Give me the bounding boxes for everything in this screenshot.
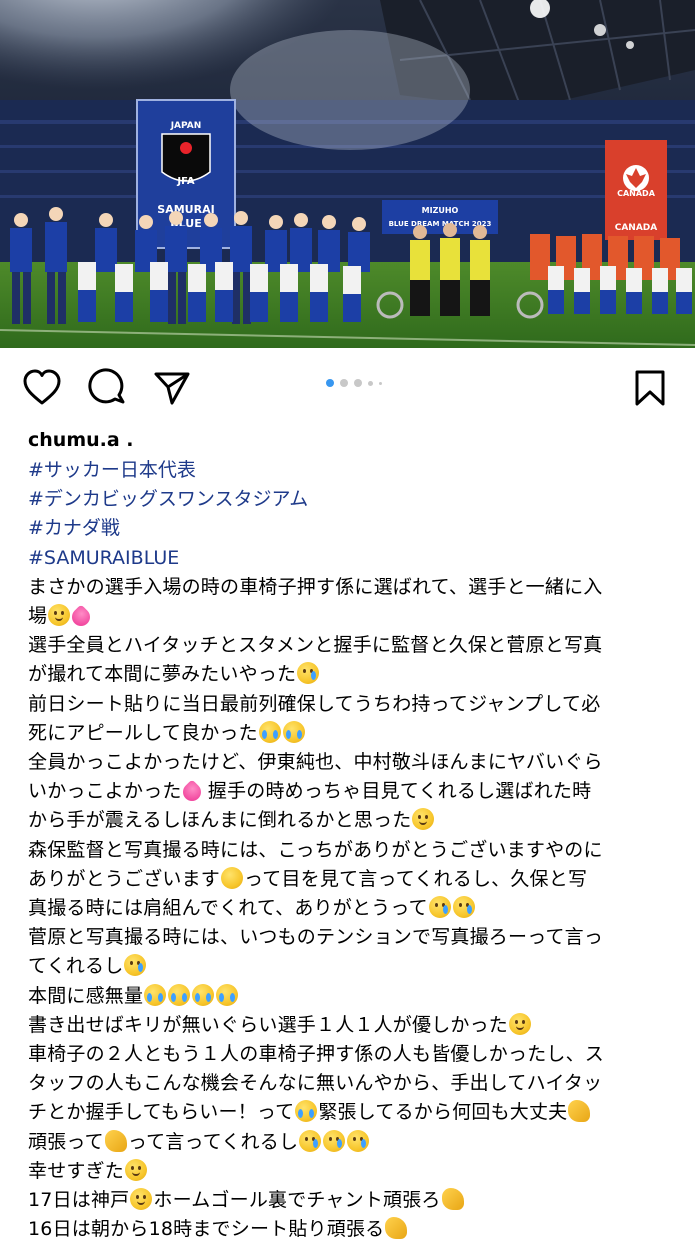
dizzy-face-icon <box>412 808 435 831</box>
caption-line-wrap: 場 <box>28 602 688 631</box>
banner-japan-text: JAPAN <box>170 121 202 131</box>
loudly-crying-face-icon <box>258 720 281 743</box>
crying-face-icon <box>299 1129 322 1152</box>
caption-line-wrap: いかっこよかった 握手の時めっちゃ目見てくれるし選ばれた時 <box>28 777 688 806</box>
flexed-biceps-icon <box>385 1217 408 1240</box>
thumbs-up-icon <box>568 1100 591 1123</box>
caption-line: 森保監督と写真撮る時には、こっちがありがとうございますやのに <box>28 838 603 861</box>
hashtag-link[interactable]: #サッカー日本代表 <box>28 456 688 485</box>
caption-line: 菅原と写真撮る時には、いつものテンションで写真撮ろーって言っ <box>28 926 604 949</box>
caption-line-wrap: から手が震えるしほんまに倒れるかと思った <box>28 806 688 835</box>
caption-line-wrap: 死にアピールして良かった <box>28 719 688 748</box>
pleading-face-icon <box>48 604 71 627</box>
hashtag-link[interactable]: #カナダ戦 <box>28 514 688 543</box>
loudly-crying-face-icon <box>144 983 167 1006</box>
carousel-dot-active <box>326 379 334 387</box>
caption-text: チとか握手してもらいー！って <box>28 1101 295 1124</box>
caption-line: 選手全員とハイタッチとスタメンと握手に監督と久保と菅原と写真 <box>28 634 603 657</box>
loudly-crying-face-icon <box>295 1100 318 1123</box>
loudly-crying-face-icon <box>192 983 215 1006</box>
crying-face-icon <box>347 1129 370 1152</box>
bowing-person-icon <box>221 866 244 889</box>
hashtag-link[interactable]: #デンカビッグスワンスタジアム <box>28 485 688 514</box>
post-caption: chumu.a . #サッカー日本代表 #デンカビッグスワンスタジアム #カナダ… <box>28 426 688 1244</box>
caption-line-wrap: 真撮る時には肩組んでくれて、ありがとうって <box>28 894 688 923</box>
caption-text: 緊張してるから何回も大丈夫 <box>318 1101 568 1124</box>
caption-text: いかっこよかった <box>28 780 182 803</box>
flexed-biceps-icon <box>441 1188 464 1211</box>
referees <box>410 223 490 316</box>
caption-text: 真撮る時には肩組んでくれて、ありがとうって <box>28 897 428 920</box>
growing-heart-icon <box>178 779 205 805</box>
caption-line-wrap: 頑張って って言ってくれるし <box>28 1128 688 1157</box>
carousel-dot <box>368 380 373 386</box>
caption-line-wrap: 幸せすぎた <box>28 1157 688 1186</box>
carousel-indicator <box>326 378 382 388</box>
caption-line-wrap: チとか握手してもらいー！って 緊張してるから何回も大丈夫 <box>28 1098 688 1127</box>
caption-text: から手が震えるしほんまに倒れるかと思った <box>28 809 412 832</box>
caption-text: 頑張って <box>28 1130 104 1153</box>
caption-text: ホームゴール裏でチャント頑張ろ <box>153 1189 441 1212</box>
caption-text: 死にアピールして良かった <box>28 721 258 744</box>
heart-icon[interactable] <box>22 368 62 408</box>
smiling-face-with-tear-icon <box>125 1158 148 1181</box>
send-icon[interactable] <box>152 368 192 408</box>
caption-text: 17日は神戸 <box>28 1189 130 1212</box>
caption-line: 全員かっこよかったけど、伊東純也、中村敬斗ほんまにヤバいぐら <box>28 751 603 774</box>
smiling-face-icon <box>130 1188 153 1211</box>
caption-text: てくれるし <box>28 955 124 978</box>
caption-line-wrap: が撮れて本間に夢みたいやった <box>28 660 688 689</box>
crying-face-icon <box>452 896 475 919</box>
comment-icon[interactable] <box>88 368 128 408</box>
loudly-crying-face-icon <box>168 983 191 1006</box>
bookmark-icon[interactable] <box>630 368 670 408</box>
caption-text: 書き出せばキリが無いぐらい選手１人１人が優しかった <box>28 1013 509 1036</box>
caption-text: 握手の時めっちゃ目見てくれるし選ばれた時 <box>207 780 592 803</box>
post-photo[interactable]: JAPAN JFA SAMURAI BLUE MIZUHO BLUE DREAM… <box>0 0 695 348</box>
caption-line: タッフの人もこんな機会そんなに無いんやから、手出してハイタッ <box>28 1072 603 1095</box>
crying-face-icon <box>323 1129 346 1152</box>
caption-line: 車椅子の２人ともう１人の車椅子押す係の人も皆優しかったし、ス <box>28 1043 605 1066</box>
banner-mizuho-text: MIZUHO <box>422 206 459 215</box>
pleading-face-icon <box>509 1012 532 1035</box>
two-hearts-icon <box>68 604 94 630</box>
caption-line-wrap: 16日は朝から18時までシート貼り頑張る <box>28 1215 688 1244</box>
caption-line: まさかの選手入場の時の車椅子押す係に選ばれて、選手と一緒に入 <box>28 575 603 598</box>
crying-face-icon <box>297 662 320 685</box>
caption-text: が撮れて本間に夢みたいやった <box>28 663 297 686</box>
banner-samurai-text: SAMURAI <box>157 203 214 216</box>
hashtag-link[interactable]: #SAMURAIBLUE <box>28 544 688 573</box>
caption-line: 前日シート貼りに当日最前列確保してうちわ持ってジャンプして必 <box>28 692 601 715</box>
carousel-dot <box>340 379 348 387</box>
carousel-dot <box>379 381 382 385</box>
caption-line-wrap: 17日は神戸 ホームゴール裏でチャント頑張ろ <box>28 1186 688 1215</box>
banner-canada-bottom-text: CANADA <box>615 223 658 233</box>
caption-text: ありがとうございます <box>28 867 221 890</box>
jfa-logo-text: JFA <box>176 176 194 187</box>
carousel-dot <box>354 379 362 387</box>
username[interactable]: chumu.a . <box>28 426 688 456</box>
caption-text: って言ってくれるし <box>127 1130 299 1153</box>
loudly-crying-face-icon <box>282 720 305 743</box>
caption-text: 16日は朝から18時までシート貼り頑張る <box>28 1218 385 1241</box>
stadium-lineup-image: JAPAN JFA SAMURAI BLUE MIZUHO BLUE DREAM… <box>0 0 695 348</box>
caption-text: 場 <box>28 605 48 628</box>
loudly-crying-face-icon <box>216 983 239 1006</box>
caption-line-wrap: てくれるし <box>28 952 688 981</box>
crying-face-icon <box>428 896 451 919</box>
flexed-biceps-icon <box>104 1129 127 1152</box>
caption-line-wrap: 書き出せばキリが無いぐらい選手１人１人が優しかった <box>28 1011 688 1040</box>
caption-text: って目を見て言ってくれるし、久保と写 <box>244 867 588 890</box>
caption-text: 幸せすぎた <box>28 1159 125 1182</box>
crying-face-icon <box>124 954 147 977</box>
caption-text: 本間に感無量 <box>28 984 144 1007</box>
caption-line-wrap: 本間に感無量 <box>28 982 688 1011</box>
caption-line-wrap: ありがとうございます って目を見て言ってくれるし、久保と写 <box>28 865 688 894</box>
